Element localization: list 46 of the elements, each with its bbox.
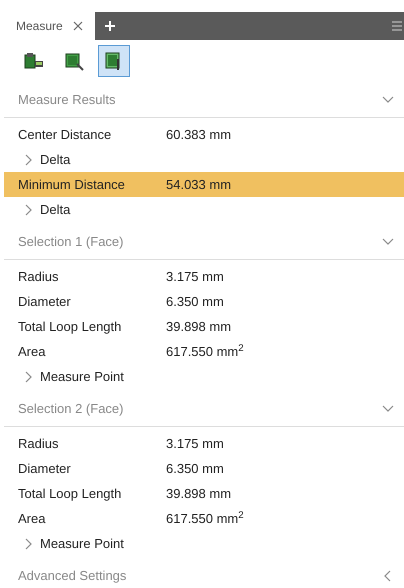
property-label: Diameter [18, 292, 72, 311]
result-row[interactable]: Radius 3.175 mm [4, 431, 404, 456]
property-value: 39.898 mm [166, 484, 232, 503]
property-value: 3.175 mm [166, 268, 224, 286]
expander-label[interactable]: Delta [40, 200, 70, 220]
property-label: Total Loop Length [18, 484, 122, 503]
close-icon[interactable] [72, 21, 83, 31]
measure-tab[interactable]: Measure [4, 12, 95, 40]
chevron-down-icon[interactable] [382, 236, 394, 248]
property-label: Minimum Distance [18, 176, 126, 194]
expander-label[interactable]: Measure Point [40, 366, 124, 386]
result-row[interactable]: Diameter 6.350 mm [4, 456, 404, 481]
property-label: Area [18, 510, 46, 528]
result-row[interactable]: Minimum Distance 54.033 mm [4, 172, 404, 197]
menu-icon[interactable] [392, 21, 402, 31]
section-header[interactable]: Selection 2 (Face) [18, 398, 124, 418]
result-row[interactable]: Total Loop Length 39.898 mm [4, 481, 404, 506]
tool-button[interactable] [98, 45, 130, 77]
property-label: Diameter [18, 460, 72, 478]
property-value: 6.350 mm [166, 460, 224, 478]
section-header[interactable]: Measure Results [18, 90, 116, 110]
chevron-down-icon[interactable] [382, 94, 394, 106]
result-row[interactable]: Radius 3.175 mm [4, 264, 404, 289]
property-value: 6.350 mm [166, 292, 224, 311]
expander-label[interactable]: Delta [40, 150, 70, 170]
property-value: 617.550 mm$^{2}$ [166, 342, 244, 361]
section-header[interactable]: Selection 1 (Face) [18, 232, 124, 252]
result-row[interactable]: Total Loop Length 39.898 mm [4, 314, 404, 339]
property-label: Radius [18, 434, 60, 453]
result-row[interactable]: Diameter 6.350 mm [4, 289, 404, 314]
property-label: Area [18, 342, 46, 361]
add-tab-icon[interactable] [104, 21, 115, 31]
chevron-down-icon[interactable] [382, 402, 394, 414]
property-value: 39.898 mm [166, 318, 232, 336]
property-value: 617.550 mm$^{2}$ [166, 508, 244, 528]
property-value: 60.383 mm [166, 126, 232, 144]
section-header[interactable]: Advanced Settings [18, 566, 126, 586]
property-label: Center Distance [18, 126, 112, 144]
property-value: 3.175 mm [166, 434, 224, 453]
result-row[interactable]: Area 617.550 mm$^{2}$ [4, 339, 404, 364]
result-row[interactable]: Center Distance 60.383 mm [4, 122, 404, 147]
property-label: Radius [18, 268, 60, 286]
property-label: Total Loop Length [18, 318, 122, 336]
result-row[interactable]: Area 617.550 mm$^{2}$ [4, 506, 404, 531]
expander-label[interactable]: Measure Point [40, 534, 124, 554]
property-value: 54.033 mm [166, 176, 232, 194]
